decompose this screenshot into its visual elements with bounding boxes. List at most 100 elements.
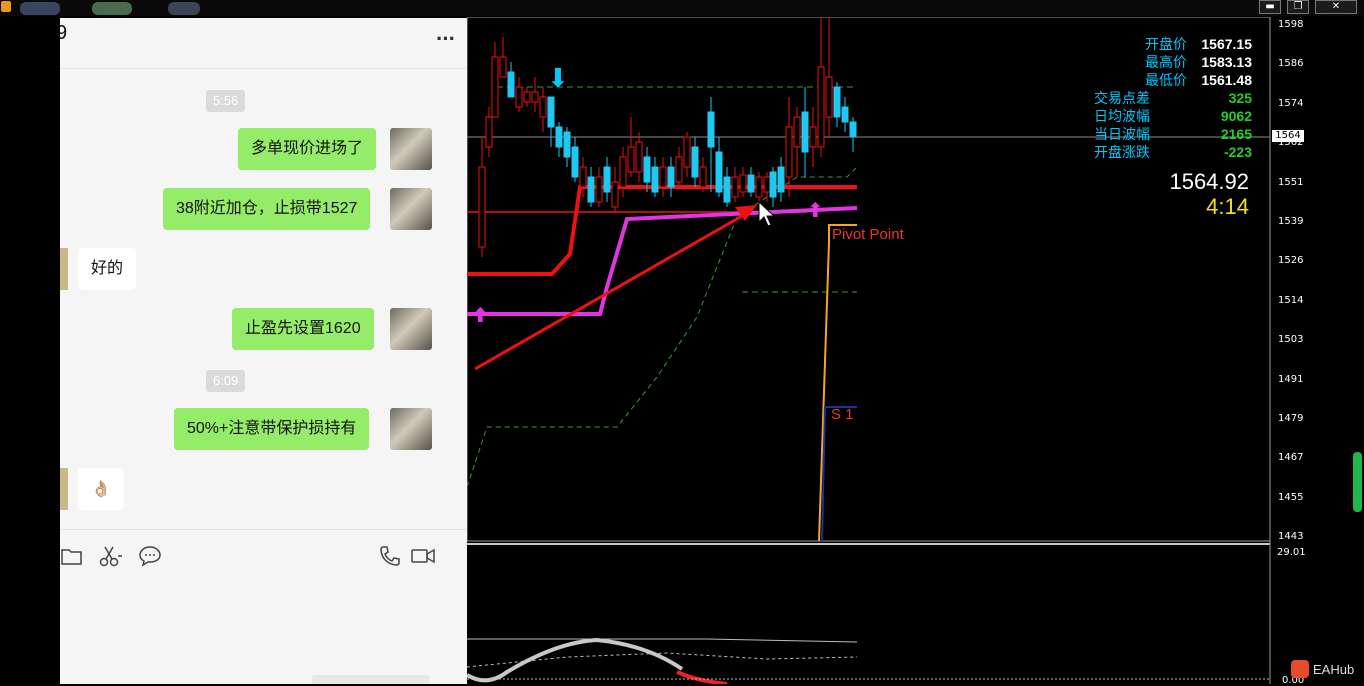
candle-body xyxy=(849,121,857,138)
candle-body xyxy=(651,166,659,193)
info-label: 开盘涨跌 xyxy=(1094,144,1150,160)
info-row: 交易点差 325 xyxy=(1094,89,1252,107)
candle-body xyxy=(755,176,763,198)
phone-icon[interactable] xyxy=(378,545,402,567)
info-label: 日均波幅 xyxy=(1094,108,1150,124)
send-button[interactable] xyxy=(312,675,430,684)
candle-body xyxy=(723,176,731,203)
candle-body xyxy=(595,176,603,203)
volume-scrollbar[interactable] xyxy=(1353,452,1362,512)
contact-avatar[interactable] xyxy=(60,468,68,510)
candle-body xyxy=(643,156,651,183)
info-value: 2165 xyxy=(1220,126,1252,142)
pivot-line xyxy=(818,224,857,542)
sent-message-bubble[interactable]: 止盈先设置1620 xyxy=(232,308,374,350)
price-axis-label: 1467 xyxy=(1278,452,1304,464)
info-row: 当日波幅 2165 xyxy=(1094,125,1252,143)
more-options-button[interactable]: ··· xyxy=(436,26,456,52)
price-axis-label: 1539 xyxy=(1278,216,1304,227)
price-axis-label: 1551 xyxy=(1278,176,1304,188)
up-arrow-signal: ⬆ xyxy=(807,198,824,222)
candle-body xyxy=(611,181,619,208)
trading-chart[interactable]: ⬇ ⬆ ⬆ Pivot Point S 1 开盘价 1567.15 最高价 1583.… xyxy=(467,17,1364,686)
my-avatar[interactable] xyxy=(390,308,432,350)
sent-message-bubble[interactable]: 38附近加仓，止损带1527 xyxy=(163,188,371,230)
sub-indicator-red-wave xyxy=(676,670,728,684)
info-label: 开盘价 xyxy=(1145,36,1187,52)
sub-indicator-wave xyxy=(467,637,684,683)
scissors-icon[interactable] xyxy=(98,544,124,568)
current-price-display: 1564.92 xyxy=(1169,169,1249,194)
info-label: 最高价 xyxy=(1145,54,1187,70)
my-avatar[interactable] xyxy=(390,188,432,230)
folder-icon[interactable] xyxy=(60,546,84,566)
sent-message-bubble[interactable]: 多单现价进场了 xyxy=(238,128,377,170)
window-title-bar: ▬ ❐ ✕ xyxy=(0,0,1364,16)
candle-body xyxy=(478,166,486,248)
candle-body xyxy=(667,166,675,188)
info-row: 开盘涨跌 -223 xyxy=(1094,143,1252,161)
candle-body xyxy=(817,66,825,148)
s1-label: S 1 xyxy=(831,406,854,423)
candle-body xyxy=(793,116,801,148)
candle-body xyxy=(531,91,539,103)
video-icon[interactable] xyxy=(410,546,436,566)
info-value: 1583.13 xyxy=(1201,54,1252,70)
envelope-lower-line xyxy=(467,166,858,488)
info-row: 最低价 1561.48 xyxy=(1112,71,1252,89)
maximize-button[interactable]: ❐ xyxy=(1287,0,1309,14)
info-value: -223 xyxy=(1223,144,1252,160)
candle-body xyxy=(515,86,523,108)
candle-body xyxy=(619,156,627,188)
price-info-panel: 开盘价 1567.15 最高价 1583.13 最低价 1561.48 交易点差 325 日均波… xyxy=(1094,35,1252,161)
sent-message-bubble[interactable]: 50%+注意带保护损持有 xyxy=(174,408,370,450)
candle-body xyxy=(707,111,715,148)
s1-line xyxy=(821,406,857,542)
annotation-arrow xyxy=(474,210,750,371)
candle-body xyxy=(691,146,699,178)
candle-body xyxy=(841,106,849,123)
candle-body xyxy=(555,126,563,148)
chat-bubble-icon[interactable] xyxy=(138,545,162,567)
taskbar-thumbnail xyxy=(92,2,132,15)
candle-body xyxy=(769,171,777,198)
my-avatar[interactable] xyxy=(390,128,432,170)
candle-body xyxy=(635,141,643,173)
received-emoji-bubble[interactable]: 👌🏼 xyxy=(78,468,124,510)
candle-body xyxy=(763,176,771,193)
info-value: 9062 xyxy=(1220,108,1252,124)
chat-input-area[interactable] xyxy=(60,529,467,684)
info-label: 最低价 xyxy=(1145,72,1187,88)
chat-header: 9 ··· xyxy=(60,18,467,69)
current-price-marker: 1564 xyxy=(1272,130,1304,142)
candle-body xyxy=(571,146,579,178)
info-label: 当日波幅 xyxy=(1094,126,1150,142)
contact-avatar[interactable] xyxy=(60,248,68,290)
sub-indicator-upper-line xyxy=(467,638,858,643)
candle-body xyxy=(731,176,739,198)
candle-body xyxy=(539,96,547,118)
my-avatar[interactable] xyxy=(390,408,432,450)
candle-body xyxy=(659,166,667,188)
candle-body xyxy=(547,96,555,128)
candle-body xyxy=(499,56,507,78)
taskbar-thumbnail xyxy=(168,2,200,15)
info-value: 1567.15 xyxy=(1201,36,1252,52)
taskbar-thumbnail xyxy=(20,2,60,15)
info-label: 交易点差 xyxy=(1094,90,1150,106)
price-axis-label: 1491 xyxy=(1278,373,1304,385)
minimize-button[interactable]: ▬ xyxy=(1259,0,1281,14)
eahub-logo-icon xyxy=(1291,660,1309,678)
candle-body xyxy=(801,111,809,153)
eahub-watermark: EAHub xyxy=(1291,659,1354,679)
candle-body xyxy=(491,56,499,118)
candle-body xyxy=(825,76,833,118)
bar-countdown: 4:14 xyxy=(1206,194,1249,219)
app-icon xyxy=(1,1,11,12)
candle-body xyxy=(683,136,691,168)
candle-body xyxy=(507,71,515,98)
received-message-bubble[interactable]: 好的 xyxy=(78,248,137,290)
price-axis-label: 1598 xyxy=(1278,19,1304,30)
close-button[interactable]: ✕ xyxy=(1315,0,1357,14)
candle-body xyxy=(603,166,611,193)
